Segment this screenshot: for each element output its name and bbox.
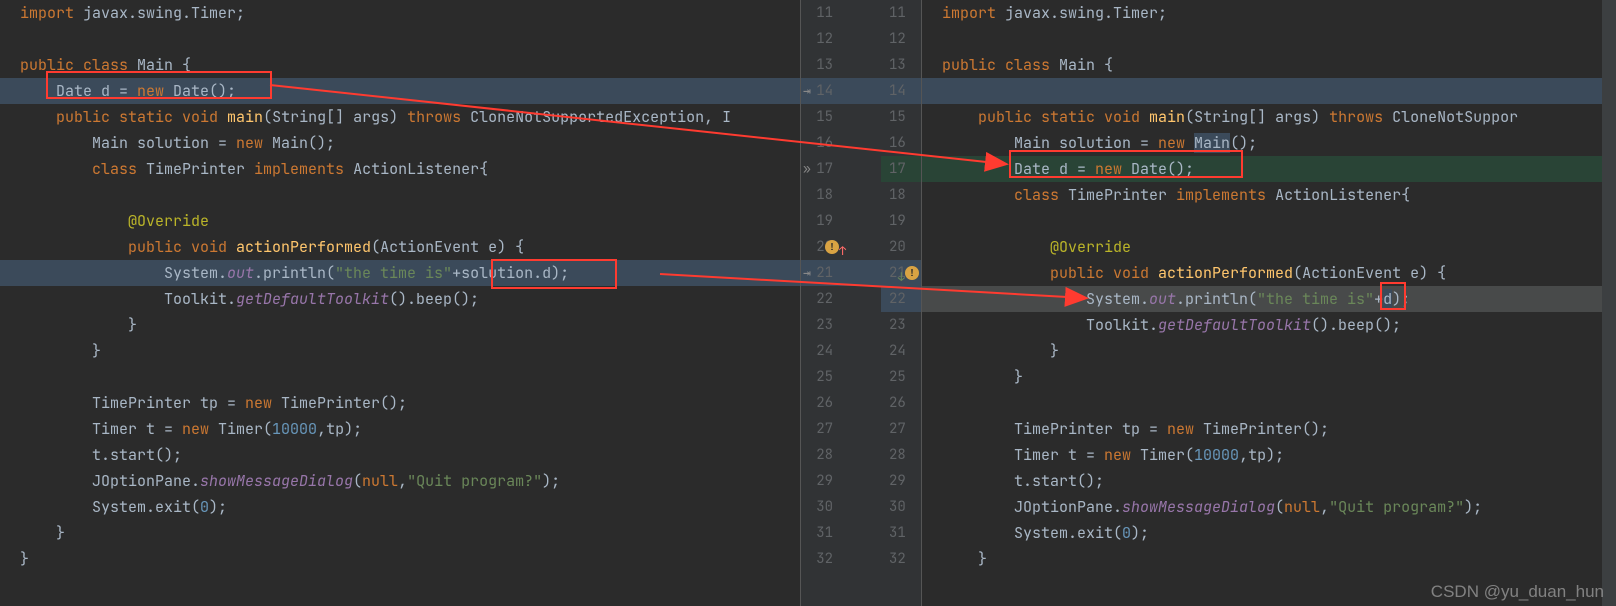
code-line[interactable]: Toolkit.getDefaultToolkit().beep(); [922,312,1616,338]
gutter-row[interactable]: 2222 [801,286,921,312]
watermark: CSDN @yu_duan_hun [1431,582,1604,602]
code-line[interactable] [0,182,800,208]
gutter-row[interactable]: 3030 [801,494,921,520]
gutter-row[interactable]: 2525 [801,364,921,390]
gutter-row[interactable]: 2929 [801,468,921,494]
code-line[interactable]: import javax.swing.Timer; [922,0,1616,26]
code-line[interactable] [922,26,1616,52]
code-line[interactable]: System.exit(0); [0,494,800,520]
code-line[interactable] [0,364,800,390]
code-line[interactable]: System.exit(0); [922,520,1616,546]
gutter-row[interactable]: 1919 [801,208,921,234]
code-line[interactable]: t.start(); [0,442,800,468]
code-line[interactable]: TimePrinter tp = new TimePrinter(); [0,390,800,416]
code-line[interactable]: } [0,338,800,364]
code-line[interactable]: t.start(); [922,468,1616,494]
code-line[interactable]: Timer t = new Timer(10000,tp); [922,442,1616,468]
code-line[interactable]: } [0,546,800,572]
code-line[interactable]: System.out.println("the time is"+solutio… [0,260,800,286]
code-line[interactable]: public void actionPerformed(ActionEvent … [0,234,800,260]
code-line[interactable]: public class Main { [922,52,1616,78]
code-line[interactable]: System.out.println("the time is"+d); [922,286,1616,312]
gutter-row[interactable]: 3131 [801,520,921,546]
code-line[interactable]: TimePrinter tp = new TimePrinter(); [922,416,1616,442]
gutter-row[interactable]: 2323 [801,312,921,338]
gutter-row[interactable]: 2424 [801,338,921,364]
gutter-row[interactable]: ⇥1414 [801,78,921,104]
gutter-row[interactable]: 1818 [801,182,921,208]
code-line[interactable]: public class Main { [0,52,800,78]
code-line[interactable]: class TimePrinter implements ActionListe… [0,156,800,182]
scrollbar[interactable] [1602,0,1616,606]
code-line[interactable]: } [0,312,800,338]
code-line[interactable]: Timer t = new Timer(10000,tp); [0,416,800,442]
code-line[interactable]: JOptionPane.showMessageDialog(null,"Quit… [922,494,1616,520]
code-line[interactable]: @Override [922,234,1616,260]
code-line[interactable]: class TimePrinter implements ActionListe… [922,182,1616,208]
line-number-gutter[interactable]: 111112121313⇥141415151616»17171818191920… [800,0,922,606]
code-line[interactable]: public void actionPerformed(ActionEvent … [922,260,1616,286]
code-line[interactable] [922,208,1616,234]
code-line[interactable]: Toolkit.getDefaultToolkit().beep(); [0,286,800,312]
code-line[interactable] [922,78,1616,104]
gutter-row[interactable]: 1515 [801,104,921,130]
code-line[interactable]: Main solution = new Main(); [0,130,800,156]
gutter-row[interactable]: 1616 [801,130,921,156]
gutter-row[interactable]: 2727 [801,416,921,442]
code-line[interactable]: Main solution = new Main(); [922,130,1616,156]
code-line[interactable]: } [922,364,1616,390]
code-line[interactable]: } [922,546,1616,572]
code-line[interactable] [922,390,1616,416]
gutter-row[interactable]: 2626 [801,390,921,416]
diff-viewer: import javax.swing.Timer; public class Ma… [0,0,1616,606]
gutter-row[interactable]: »1717 [801,156,921,182]
code-line[interactable]: public static void main(String[] args) t… [0,104,800,130]
code-line[interactable]: import javax.swing.Timer; [0,0,800,26]
left-code-pane[interactable]: import javax.swing.Timer; public class Ma… [0,0,800,606]
code-line[interactable]: JOptionPane.showMessageDialog(null,"Quit… [0,468,800,494]
right-code-pane[interactable]: import javax.swing.Timer; public class Ma… [922,0,1616,606]
warning-icon[interactable]: ! [905,266,919,280]
code-line[interactable]: public static void main(String[] args) t… [922,104,1616,130]
code-line[interactable] [0,26,800,52]
code-line[interactable]: Date d = new Date(); [0,78,800,104]
gutter-row[interactable]: ⇥2121!↓ [801,260,921,286]
gutter-row[interactable]: 1313 [801,52,921,78]
gutter-row[interactable]: 1212 [801,26,921,52]
code-line[interactable]: } [922,338,1616,364]
code-line[interactable]: } [0,520,800,546]
code-line[interactable]: Date d = new Date(); [922,156,1616,182]
gutter-row[interactable]: 3232 [801,546,921,572]
code-line[interactable]: @Override [0,208,800,234]
gutter-row[interactable]: 2020!↑ [801,234,921,260]
warning-icon[interactable]: ! [825,240,839,254]
gutter-row[interactable]: 1111 [801,0,921,26]
gutter-row[interactable]: 2828 [801,442,921,468]
